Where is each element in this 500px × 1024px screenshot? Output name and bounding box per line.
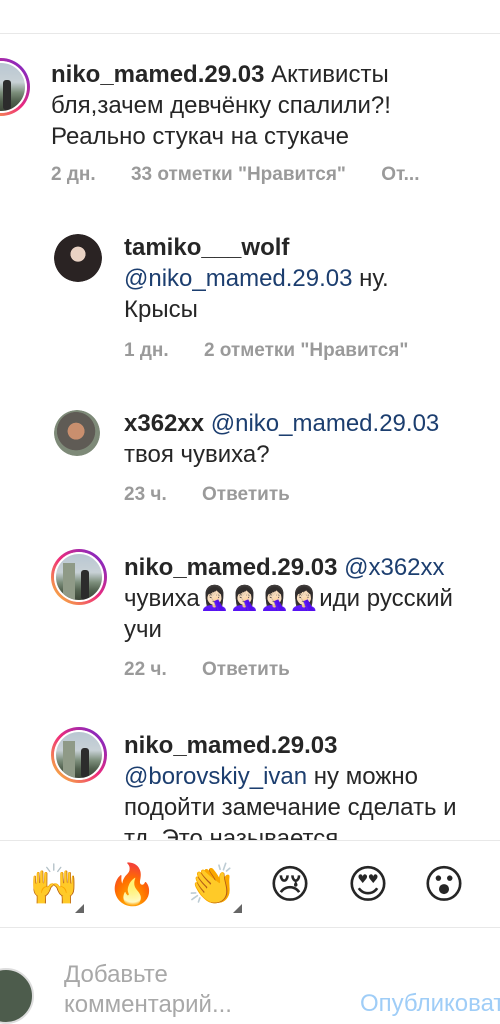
avatar[interactable] [54, 410, 100, 456]
reply-button[interactable]: Ответить [202, 659, 290, 680]
comment-text: niko_mamed.29.03 @borovskiy_ivan ну можн… [124, 730, 474, 840]
surprised-face-icon: 😮 [423, 862, 465, 908]
comment-mention[interactable]: @x362xx [344, 554, 444, 581]
comment-meta: 23 ч. Ответить [124, 484, 320, 506]
comment-username[interactable]: niko_mamed.29.03 [124, 554, 337, 581]
comments-list[interactable]: niko_mamed.29.03 Активисты бля,зачем дев… [0, 34, 500, 840]
comment-mention[interactable]: @niko_mamed.29.03 [124, 265, 353, 292]
heart-eyes-icon: 😍 [347, 862, 389, 908]
surprised-emoji-button[interactable]: 😮 [418, 859, 470, 911]
comment-input-row: Добавьте комментарий... Опубликовать [0, 928, 500, 1024]
comment-body: твоя чувиха? [124, 441, 270, 468]
comment-time: 2 дн. [51, 164, 96, 185]
comment-likes[interactable]: 33 отметки "Нравится" [131, 164, 346, 185]
comment-meta: 1 дн. 2 отметки "Нравится" [124, 340, 438, 362]
avatar[interactable] [51, 549, 107, 605]
comment-meta: 2 дн. 33 отметки "Нравится" От... [51, 164, 449, 186]
raising-hands-emoji-button[interactable]: 🙌 [28, 859, 84, 913]
comment-likes[interactable]: 2 отметки "Нравится" [204, 340, 408, 361]
comment-time: 22 ч. [124, 659, 167, 680]
comment-meta: 22 ч. Ответить [124, 659, 320, 681]
clapping-hands-icon: 👏 [187, 862, 237, 908]
comment-body: чувиха🤦🏻‍♀️🤦🏻‍♀️🤦🏻‍♀️🤦🏻‍♀️иди русский уч… [124, 585, 453, 643]
raising-hands-icon: 🙌 [29, 862, 79, 908]
comment-time: 1 дн. [124, 340, 169, 361]
heart-eyes-emoji-button[interactable]: 😍 [342, 859, 394, 911]
comment-text: x362xx @niko_mamed.29.03 твоя чувиха? [124, 408, 474, 470]
avatar[interactable] [51, 727, 107, 783]
comment-username[interactable]: niko_mamed.29.03 [51, 61, 264, 88]
comment-username[interactable]: tamiko___wolf [124, 234, 289, 261]
comment-username[interactable]: x362xx [124, 410, 204, 437]
fire-emoji-button[interactable]: 🔥 [106, 859, 158, 911]
crying-emoji-button[interactable]: 😢 [264, 859, 316, 911]
crying-face-icon: 😢 [269, 862, 311, 908]
comment-time: 23 ч. [124, 484, 167, 505]
fire-icon: 🔥 [107, 862, 157, 908]
comment-text: tamiko___wolf @niko_mamed.29.03 ну. Крыс… [124, 232, 454, 325]
comment-username[interactable]: niko_mamed.29.03 [124, 732, 337, 759]
comment-input[interactable]: Добавьте комментарий... [64, 960, 264, 1020]
reply-button[interactable]: Ответить [202, 484, 290, 505]
clapping-emoji-button[interactable]: 👏 [186, 859, 242, 913]
avatar[interactable] [0, 58, 30, 116]
comment-mention[interactable]: @niko_mamed.29.03 [211, 410, 440, 437]
comment-text: niko_mamed.29.03 Активисты бля,зачем дев… [51, 59, 481, 152]
avatar[interactable] [54, 234, 102, 282]
post-button[interactable]: Опубликовать [360, 990, 500, 1018]
reply-button[interactable]: От... [381, 164, 419, 185]
avatar [0, 968, 34, 1024]
emoji-quick-bar: 🙌 🔥 👏 😢 😍 😮 [0, 840, 500, 928]
comment-mention[interactable]: @borovskiy_ivan [124, 763, 307, 790]
comment-text: niko_mamed.29.03 @x362xx чувиха🤦🏻‍♀️🤦🏻‍♀… [124, 552, 464, 645]
